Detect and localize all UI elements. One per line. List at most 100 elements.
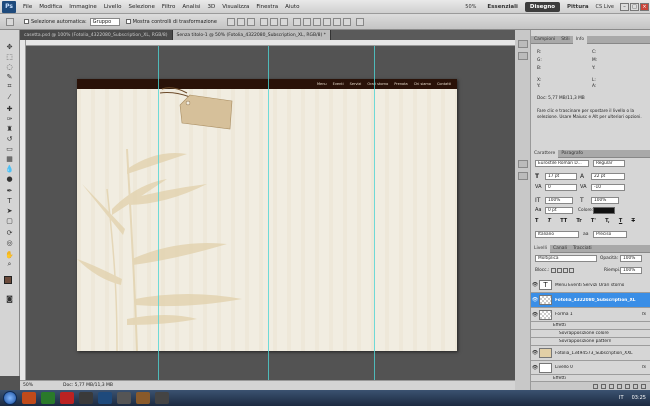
tab-canali[interactable]: Canali xyxy=(550,245,570,253)
text-color-swatch[interactable] xyxy=(593,207,615,214)
menu-modifica[interactable]: Modifica xyxy=(39,4,62,10)
link-layers-icon[interactable] xyxy=(593,383,598,389)
lasso-tool-icon[interactable]: ◌ xyxy=(3,62,16,71)
menu-analisi[interactable]: Analisi xyxy=(182,4,200,10)
fill-input[interactable]: 100% xyxy=(620,267,642,274)
distribute-icon[interactable] xyxy=(322,17,331,26)
distribute-icon[interactable] xyxy=(302,17,311,26)
effects-row[interactable]: Effetti xyxy=(531,375,650,382)
new-layer-icon[interactable] xyxy=(633,383,638,389)
nav-contatti[interactable]: Contatti xyxy=(437,82,451,86)
eyedropper-tool-icon[interactable]: ⁄ xyxy=(3,92,16,101)
align-left-icon[interactable] xyxy=(259,17,268,26)
tab-paragrafo[interactable]: Paragrafo xyxy=(558,150,586,158)
type-tool-icon[interactable]: T xyxy=(3,196,16,205)
tab-campioni[interactable]: Campioni xyxy=(531,36,558,44)
align-right-icon[interactable] xyxy=(279,17,288,26)
all-caps-button[interactable]: TT xyxy=(560,218,567,226)
eye-icon[interactable]: 👁 xyxy=(531,365,539,371)
menu-3d[interactable]: 3D xyxy=(207,4,215,10)
healing-tool-icon[interactable]: ✚ xyxy=(3,104,16,113)
firefox-icon[interactable] xyxy=(22,392,36,404)
menu-aiuto[interactable]: Aiuto xyxy=(285,4,299,10)
font-family-select[interactable]: Eurostile Roman D... xyxy=(535,160,589,167)
eye-icon[interactable]: 👁 xyxy=(531,297,539,303)
nav-servizi[interactable]: Servizi xyxy=(350,82,362,86)
horizontal-scale-input[interactable]: 100% xyxy=(591,197,619,204)
adjustment-layer-icon[interactable] xyxy=(617,383,622,389)
auto-select-dropdown[interactable]: Gruppo xyxy=(89,17,120,26)
layer-row-selected[interactable]: 👁 Fotolia_4322080_Subscription_XL xyxy=(531,293,650,308)
font-size-input[interactable]: 17 pt xyxy=(545,173,577,180)
layer-row[interactable]: 👁 Livello 0 fx xyxy=(531,361,650,375)
align-bottom-icon[interactable] xyxy=(246,17,255,26)
subscript-button[interactable]: T, xyxy=(605,218,610,226)
move-tool-icon[interactable]: ✥ xyxy=(3,42,16,51)
effect-item[interactable]: Sovrapposizione pattern xyxy=(531,338,650,346)
distribute-icon[interactable] xyxy=(332,17,341,26)
zoom-level[interactable]: 50% xyxy=(465,4,476,10)
clone-source-icon[interactable] xyxy=(518,172,528,180)
menu-selezione[interactable]: Selezione xyxy=(128,4,154,10)
eye-icon[interactable]: 👁 xyxy=(531,312,539,318)
app-icon[interactable] xyxy=(136,392,150,404)
kerning-input[interactable]: 0 xyxy=(545,184,577,191)
app-icon[interactable] xyxy=(155,392,169,404)
tracking-input[interactable]: -10 xyxy=(591,184,625,191)
close-icon[interactable]: × xyxy=(640,3,649,11)
language-select[interactable]: Italiano xyxy=(535,231,579,238)
opacity-input[interactable]: 100% xyxy=(620,255,642,262)
nav-prenota[interactable]: Prenota xyxy=(394,82,407,86)
maximize-icon[interactable]: □ xyxy=(630,3,639,11)
guide-line[interactable] xyxy=(374,46,375,380)
auto-select-checkbox[interactable] xyxy=(24,19,29,24)
crop-tool-icon[interactable]: ⌗ xyxy=(3,82,16,91)
3d-rotate-tool-icon[interactable]: ⟳ xyxy=(3,228,16,237)
lock-transparency-icon[interactable] xyxy=(551,268,556,273)
faux-bold-button[interactable]: T xyxy=(535,218,538,226)
font-style-select[interactable]: Regular xyxy=(593,160,625,167)
layer-row[interactable]: 👁 T Menu Eventi Servizi Orari storno xyxy=(531,278,650,293)
app-icon[interactable] xyxy=(41,392,55,404)
history-brush-tool-icon[interactable]: ↺ xyxy=(3,134,16,143)
tab-stili[interactable]: Stili xyxy=(558,36,572,44)
app-icon[interactable] xyxy=(79,392,93,404)
document-canvas[interactable]: Menu Eventi Servizi Orari storno Prenota… xyxy=(77,79,457,351)
language-indicator[interactable]: IT xyxy=(619,395,624,401)
3d-camera-tool-icon[interactable]: ◎ xyxy=(3,238,16,247)
tab-info[interactable]: Info xyxy=(572,35,588,44)
zoom-tool-icon[interactable]: ⌕ xyxy=(3,260,16,269)
small-caps-button[interactable]: Tr xyxy=(576,218,581,226)
tab-carattere[interactable]: Carattere xyxy=(531,149,559,158)
marquee-tool-icon[interactable]: ⬚ xyxy=(3,52,16,61)
gradient-tool-icon[interactable]: ▦ xyxy=(3,154,16,163)
align-top-icon[interactable] xyxy=(226,17,235,26)
stamp-tool-icon[interactable]: ♜ xyxy=(3,124,16,133)
foreground-color-swatch[interactable] xyxy=(4,276,12,284)
underline-button[interactable]: T xyxy=(619,218,622,226)
start-button[interactable] xyxy=(3,391,17,405)
guide-line[interactable] xyxy=(268,46,269,380)
move-tool-preset-icon[interactable] xyxy=(6,17,14,26)
workspace-pittura[interactable]: Pittura xyxy=(562,2,594,12)
fx-badge[interactable]: fx xyxy=(642,365,646,370)
superscript-button[interactable]: T' xyxy=(591,218,596,226)
leading-input[interactable]: 22 pt xyxy=(591,173,625,180)
tab-tracciati[interactable]: Tracciati xyxy=(570,245,595,253)
workspace-disegno[interactable]: Disegno xyxy=(524,2,561,12)
app-icon[interactable] xyxy=(117,392,131,404)
baseline-input[interactable]: 0 pt xyxy=(545,207,573,214)
distribute-icon[interactable] xyxy=(292,17,301,26)
menu-file[interactable]: File xyxy=(23,4,32,10)
tab-casetta[interactable]: casetta.psd @ 100% (Fotolia_4322080_Subs… xyxy=(20,30,173,40)
shape-tool-icon[interactable]: ▢ xyxy=(3,216,16,225)
quick-mask-icon[interactable]: ◙ xyxy=(3,294,16,303)
pen-tool-icon[interactable]: ✒ xyxy=(3,186,16,195)
quick-select-tool-icon[interactable]: ✎ xyxy=(3,72,16,81)
nav-orari[interactable]: Orari storno xyxy=(367,82,388,86)
tab-senza-titolo[interactable]: Senza titolo-1 @ 50% (Fotolia_4322080_Su… xyxy=(172,30,331,40)
fx-badge[interactable]: fx xyxy=(642,312,646,317)
photoshop-taskbar-icon[interactable] xyxy=(98,392,112,404)
menu-livello[interactable]: Livello xyxy=(104,4,122,10)
actions-icon[interactable] xyxy=(518,52,528,60)
